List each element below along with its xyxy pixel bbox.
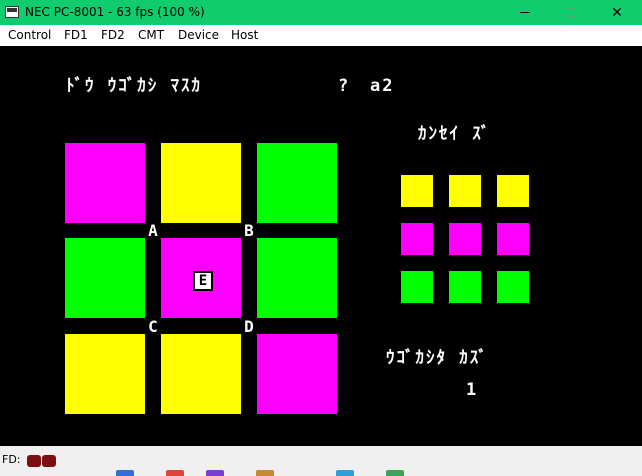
goal-cell-3-3 bbox=[497, 271, 529, 303]
board-cell-2-3 bbox=[257, 238, 337, 318]
goal-cell-1-1 bbox=[401, 175, 433, 207]
minimize-icon bbox=[520, 12, 530, 13]
menu-cmt[interactable]: CMT bbox=[138, 28, 164, 43]
board-cell-3-2 bbox=[161, 334, 241, 414]
title-bar: NEC PC-8001 - 63 fps (100 %) ✕ bbox=[0, 0, 642, 25]
goal-cell-1-3 bbox=[497, 175, 529, 207]
board-cell-1-2 bbox=[161, 143, 241, 223]
rotation-point-d: D bbox=[244, 317, 254, 336]
prompt-input: a2 bbox=[370, 76, 395, 96]
rotation-point-a: A bbox=[148, 221, 158, 240]
board-cell-1-1 bbox=[65, 143, 145, 223]
close-icon: ✕ bbox=[611, 4, 623, 21]
taskbar-icon[interactable] bbox=[206, 470, 224, 476]
board-cell-3-3 bbox=[257, 334, 337, 414]
app-icon bbox=[5, 6, 19, 18]
maximize-icon bbox=[566, 8, 576, 17]
window-title: NEC PC-8001 - 63 fps (100 %) bbox=[25, 5, 205, 19]
moves-label: ｳｺﾞｶｼﾀ ｶｽﾞ bbox=[386, 348, 489, 368]
goal-cell-3-1 bbox=[401, 271, 433, 303]
center-marker-e: E bbox=[193, 271, 213, 291]
menu-fd1[interactable]: FD1 bbox=[64, 28, 88, 43]
goal-cell-2-2 bbox=[449, 223, 481, 255]
fd2-access-led bbox=[42, 455, 56, 467]
goal-cell-1-2 bbox=[449, 175, 481, 207]
fd-status-label: FD: bbox=[2, 453, 21, 466]
board-cell-1-3 bbox=[257, 143, 337, 223]
goal-cell-3-2 bbox=[449, 271, 481, 303]
board-cell-2-1 bbox=[65, 238, 145, 318]
goal-title: ｶﾝｾｲ ｽﾞ bbox=[418, 124, 492, 144]
taskbar-icon[interactable] bbox=[336, 470, 354, 476]
status-bar: FD: bbox=[0, 446, 642, 476]
emulator-screen[interactable]: ﾄﾞｳ ｳｺﾞｶｼ ﾏｽｶ ? a2 ｶﾝｾｲ ｽﾞ A B C D E ｳｺﾞ… bbox=[0, 46, 642, 446]
move-prompt: ﾄﾞｳ ｳｺﾞｶｼ ﾏｽｶ bbox=[66, 76, 202, 96]
menu-host[interactable]: Host bbox=[231, 28, 258, 43]
taskbar-edge bbox=[100, 470, 450, 476]
goal-cell-2-3 bbox=[497, 223, 529, 255]
menu-control[interactable]: Control bbox=[8, 28, 51, 43]
menu-device[interactable]: Device bbox=[178, 28, 219, 43]
prompt-question-mark: ? bbox=[338, 76, 351, 96]
taskbar-icon[interactable] bbox=[116, 470, 134, 476]
moves-count: 1 bbox=[466, 380, 479, 400]
menu-fd2[interactable]: FD2 bbox=[101, 28, 125, 43]
minimize-button[interactable] bbox=[502, 0, 548, 25]
goal-cell-2-1 bbox=[401, 223, 433, 255]
taskbar-icon[interactable] bbox=[166, 470, 184, 476]
taskbar-icon[interactable] bbox=[256, 470, 274, 476]
taskbar-icon[interactable] bbox=[386, 470, 404, 476]
menu-bar: Control FD1 FD2 CMT Device Host bbox=[0, 25, 642, 46]
fd1-access-led bbox=[27, 455, 41, 467]
rotation-point-b: B bbox=[244, 221, 254, 240]
close-button[interactable]: ✕ bbox=[594, 0, 640, 25]
board-cell-3-1 bbox=[65, 334, 145, 414]
rotation-point-c: C bbox=[148, 317, 158, 336]
maximize-button[interactable] bbox=[548, 0, 594, 25]
